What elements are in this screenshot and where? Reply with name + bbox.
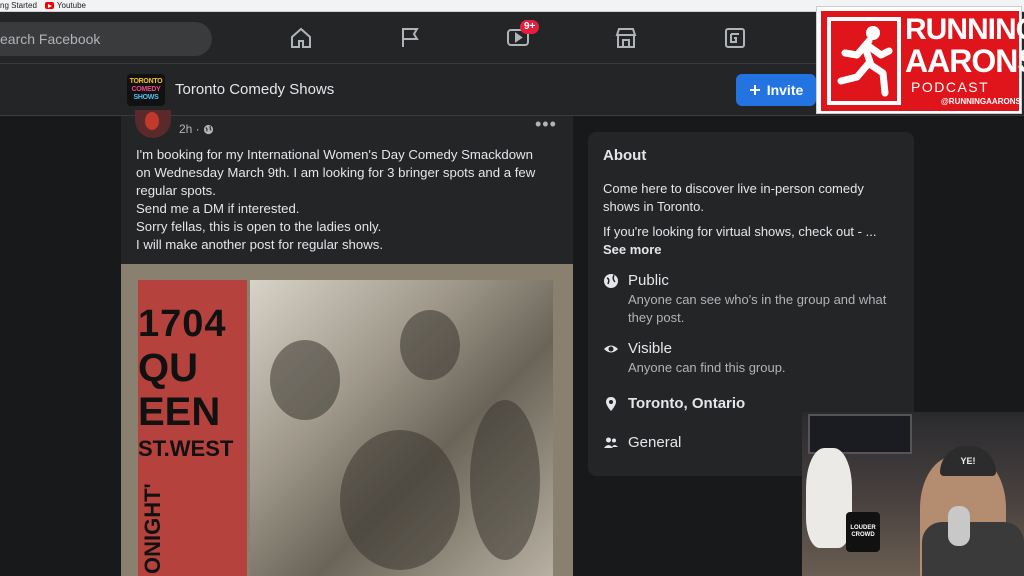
people-icon bbox=[603, 435, 619, 451]
gaming-icon[interactable] bbox=[721, 24, 749, 52]
group-logo[interactable]: TORONTO COMEDY SHOWS bbox=[127, 74, 165, 106]
poster-photo bbox=[250, 280, 553, 576]
post-line: regular spots. bbox=[136, 183, 216, 198]
youtube-icon bbox=[44, 2, 54, 9]
post-line: I'm booking for my International Women's… bbox=[136, 147, 533, 162]
visibility-row: Visible Anyone can find this group. bbox=[603, 340, 908, 377]
invite-label: Invite bbox=[766, 82, 804, 98]
post-timestamp[interactable]: 2h · bbox=[179, 122, 214, 136]
poster-side-text: ONIGHT' bbox=[140, 483, 165, 574]
post-options-button[interactable]: ••• bbox=[535, 114, 557, 135]
post-text: I'm booking for my International Women's… bbox=[136, 146, 561, 254]
category-row: General bbox=[603, 434, 681, 452]
privacy-row: Public Anyone can see who's in the group… bbox=[603, 272, 908, 327]
privacy-title: Public bbox=[628, 272, 669, 289]
location-text[interactable]: Toronto, Ontario bbox=[628, 395, 745, 413]
microphone bbox=[948, 506, 970, 546]
about-description-more: If you're looking for virtual shows, che… bbox=[603, 224, 877, 257]
marketplace-icon[interactable] bbox=[612, 24, 640, 52]
post-line: I will make another post for regular sho… bbox=[136, 237, 384, 252]
bookmark-label: Youtube bbox=[56, 1, 86, 10]
screen: ng Started Youtube 9+ TORONTO bbox=[0, 0, 1024, 576]
about-title: About bbox=[603, 147, 647, 164]
post-line: on Wednesday March 9th. I am looking for… bbox=[136, 165, 536, 180]
search-box[interactable] bbox=[0, 22, 212, 56]
globe-icon bbox=[203, 124, 213, 134]
home-icon[interactable] bbox=[287, 24, 315, 52]
visibility-title: Visible bbox=[628, 340, 672, 357]
privacy-description: Anyone can see who's in the group and wh… bbox=[628, 292, 887, 325]
flag-icon[interactable] bbox=[396, 24, 424, 52]
visibility-description: Anyone can find this group. bbox=[628, 360, 786, 375]
podcast-logo: RUNNING AARONS PODCAST @RUNNINGAARONS bbox=[816, 6, 1024, 114]
eye-icon bbox=[603, 341, 619, 357]
coffee-mug: LOUDER CROWD bbox=[846, 512, 880, 552]
bookmark-getting-started[interactable]: ng Started bbox=[0, 1, 37, 10]
invite-button[interactable]: Invite bbox=[736, 74, 816, 106]
post-line: Sorry fellas, this is open to the ladies… bbox=[136, 219, 382, 234]
post-image[interactable]: 1704 QU EEN ST.WEST ONIGHT' bbox=[121, 264, 573, 576]
webcam-feed: LOUDER CROWD YE! bbox=[802, 412, 1024, 576]
host-hat: YE! bbox=[940, 446, 996, 476]
podcast-subtitle: PODCAST bbox=[911, 79, 990, 95]
category-text: General bbox=[628, 434, 682, 451]
post-line: Send me a DM if interested. bbox=[136, 201, 300, 216]
location-row: Toronto, Ontario bbox=[603, 395, 745, 413]
podcast-handle: @RUNNINGAARONS bbox=[941, 97, 1021, 106]
author-avatar[interactable] bbox=[135, 110, 171, 138]
podcast-title-line1: RUNNING bbox=[905, 13, 1024, 46]
about-description: Come here to discover live in-person com… bbox=[603, 181, 864, 214]
poster-address: 1704 QU EEN ST.WEST bbox=[138, 303, 234, 461]
search-input[interactable] bbox=[0, 31, 190, 47]
host-shirt bbox=[922, 522, 1024, 576]
podcast-title-line2: AARONS bbox=[905, 43, 1024, 79]
globe-icon bbox=[603, 273, 619, 289]
bookmark-youtube[interactable]: Youtube bbox=[44, 1, 86, 10]
group-name[interactable]: Toronto Comedy Shows bbox=[175, 81, 334, 98]
location-pin-icon bbox=[603, 396, 619, 412]
post-card: 2h · ••• I'm booking for my Internationa… bbox=[121, 110, 573, 576]
plus-icon bbox=[749, 85, 760, 95]
watch-icon[interactable]: 9+ bbox=[504, 20, 540, 52]
see-more-link[interactable]: See more bbox=[603, 242, 662, 257]
running-man-icon bbox=[827, 17, 901, 105]
notification-badge: 9+ bbox=[520, 20, 540, 34]
bookmark-label: ng Started bbox=[0, 1, 37, 10]
